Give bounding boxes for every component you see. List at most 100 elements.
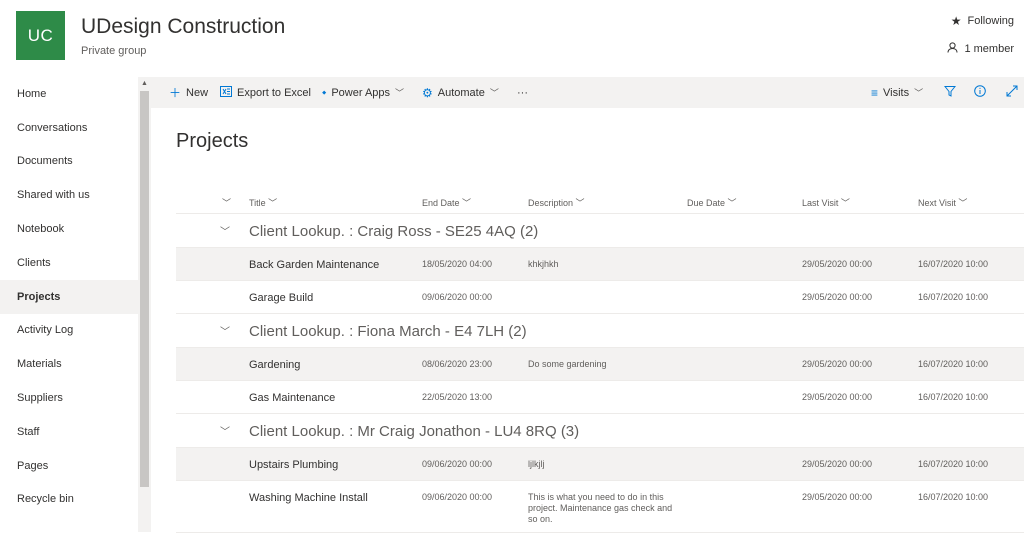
chevron-down-icon[interactable]: ﹀: [220, 423, 230, 438]
more-label: ···: [517, 86, 528, 99]
group-header[interactable]: ﹀ Client Lookup. : Mr Craig Jonathon - LU…: [176, 414, 1024, 448]
row-next-visit: 16/07/2020 10:00: [918, 359, 989, 369]
table-row[interactable]: Garage Build 09/06/2020 00:00 29/05/2020 0…: [176, 281, 1024, 314]
row-last-visit: 29/05/2020 00:00: [802, 459, 873, 469]
new-label: New: [186, 86, 209, 99]
power-apps-label: Power Apps: [331, 86, 391, 99]
page-title: Projects: [176, 130, 249, 152]
projects-table: ﹀ Title ﹀ End Date ﹀ Description ﹀ Due D…: [176, 189, 1024, 533]
info-button[interactable]: [974, 77, 986, 108]
column-header-end-date[interactable]: End Date ﹀: [422, 196, 471, 209]
nav-item-suppliers[interactable]: Suppliers: [0, 381, 138, 415]
nav-item-notebook[interactable]: Notebook: [0, 212, 138, 246]
column-header-next-visit[interactable]: Next Visit ﹀: [918, 196, 967, 209]
row-title[interactable]: Back Garden Maintenance: [249, 259, 379, 271]
select-all-chevron-icon[interactable]: ﹀: [222, 196, 231, 209]
column-headers: ﹀ Title ﹀ End Date ﹀ Description ﹀ Due D…: [176, 189, 1024, 214]
info-icon: [974, 85, 986, 100]
scrollbar-thumb[interactable]: [140, 91, 149, 487]
plus-icon: ＋: [169, 86, 182, 100]
nav-item-home[interactable]: Home: [0, 77, 138, 111]
left-navigation: Home Conversations Documents Shared with us…: [0, 77, 138, 532]
automate-label: Automate: [437, 86, 485, 99]
nav-scrollbar[interactable]: ▲: [138, 77, 151, 532]
following-button[interactable]: ★ Following: [951, 14, 1014, 28]
row-title[interactable]: Gas Maintenance: [249, 392, 335, 404]
row-title[interactable]: Washing Machine Install: [249, 492, 368, 504]
group-header[interactable]: ﹀ Client Lookup. : Fiona March - E4 7LH (…: [176, 314, 1024, 348]
nav-item-conversations[interactable]: Conversations: [0, 111, 138, 145]
nav-item-shared-with-us[interactable]: Shared with us: [0, 178, 138, 212]
row-next-visit: 16/07/2020 10:00: [918, 492, 989, 502]
row-end-date: 18/05/2020 04:00: [422, 259, 493, 269]
nav-item-clients[interactable]: Clients: [0, 246, 138, 280]
chevron-down-icon: ﹀: [395, 88, 405, 98]
column-header-description[interactable]: Description ﹀: [528, 196, 585, 209]
row-title[interactable]: Gardening: [249, 359, 300, 371]
filter-icon: [943, 85, 957, 100]
following-label: Following: [967, 15, 1014, 27]
column-header-title[interactable]: Title ﹀: [249, 196, 277, 209]
row-last-visit: 29/05/2020 00:00: [802, 259, 873, 269]
nav-item-recycle-bin[interactable]: Recycle bin: [0, 483, 138, 517]
star-icon: ★: [950, 14, 962, 28]
table-row[interactable]: Gas Maintenance 22/05/2020 13:00 29/05/202…: [176, 381, 1024, 414]
row-title[interactable]: Upstairs Plumbing: [249, 459, 338, 471]
automate-button[interactable]: ⚙ Automate ﹀: [422, 77, 499, 108]
excel-icon: [220, 85, 232, 100]
group-title: Client Lookup. : Fiona March - E4 7LH (2…: [249, 323, 527, 340]
column-header-due-date[interactable]: Due Date ﹀: [687, 196, 737, 209]
export-excel-button[interactable]: Export to Excel: [220, 77, 311, 108]
power-apps-icon: ⬩: [322, 85, 327, 99]
row-end-date: 09/06/2020 00:00: [422, 492, 493, 502]
export-label: Export to Excel: [237, 86, 311, 99]
scroll-up-icon[interactable]: ▲: [141, 80, 148, 87]
members-button[interactable]: 1 member: [947, 42, 1014, 56]
row-end-date: 09/06/2020 00:00: [422, 292, 493, 302]
row-description: ljlkjlj: [528, 459, 545, 469]
nav-item-materials[interactable]: Materials: [0, 347, 138, 381]
table-row[interactable]: Upstairs Plumbing 09/06/2020 00:00 ljlkjlj…: [176, 448, 1024, 481]
row-last-visit: 29/05/2020 00:00: [802, 392, 873, 402]
row-description: Do some gardening: [528, 359, 607, 369]
row-end-date: 22/05/2020 13:00: [422, 392, 493, 402]
table-row[interactable]: Gardening 08/06/2020 23:00 Do some gardeni…: [176, 348, 1024, 381]
site-title[interactable]: UDesign Construction: [81, 15, 285, 39]
group-title: Client Lookup. : Mr Craig Jonathon - LU4…: [249, 423, 580, 440]
row-last-visit: 29/05/2020 00:00: [802, 492, 873, 502]
nav-item-staff[interactable]: Staff: [0, 415, 138, 449]
new-button[interactable]: ＋ New: [169, 77, 208, 108]
nav-item-pages[interactable]: Pages: [0, 449, 138, 483]
more-button[interactable]: ···: [517, 77, 528, 108]
command-bar: ＋ New Export to Excel ⬩ Power Apps ﹀ ⚙ A…: [151, 77, 1024, 108]
row-next-visit: 16/07/2020 10:00: [918, 392, 989, 402]
nav-item-projects[interactable]: Projects: [0, 279, 138, 314]
row-next-visit: 16/07/2020 10:00: [918, 292, 989, 302]
site-logo[interactable]: UC: [16, 11, 65, 60]
table-row[interactable]: Washing Machine Install 09/06/2020 00:00 T…: [176, 481, 1024, 533]
members-label: 1 member: [964, 43, 1014, 55]
view-lines-icon: ≡: [871, 85, 879, 100]
chevron-down-icon[interactable]: ﹀: [220, 323, 230, 338]
main-content: ＋ New Export to Excel ⬩ Power Apps ﹀ ⚙ A…: [151, 77, 1024, 533]
row-next-visit: 16/07/2020 10:00: [918, 459, 989, 469]
column-header-last-visit[interactable]: Last Visit ﹀: [802, 196, 850, 209]
chevron-down-icon: ﹀: [914, 88, 924, 98]
nav-item-documents[interactable]: Documents: [0, 145, 138, 179]
row-end-date: 09/06/2020 00:00: [422, 459, 493, 469]
chevron-down-icon[interactable]: ﹀: [220, 223, 230, 238]
view-label: Visits: [883, 86, 910, 99]
group-title: Client Lookup. : Craig Ross - SE25 4AQ (…: [249, 223, 539, 240]
row-last-visit: 29/05/2020 00:00: [802, 292, 873, 302]
expand-button[interactable]: [1006, 77, 1018, 108]
expand-icon: [1006, 85, 1018, 100]
table-row[interactable]: Back Garden Maintenance 18/05/2020 04:00 k…: [176, 248, 1024, 281]
view-selector[interactable]: ≡ Visits ﹀: [871, 77, 923, 108]
power-apps-button[interactable]: ⬩ Power Apps ﹀: [322, 77, 404, 108]
row-description: This is what you need to do in this proj…: [528, 492, 673, 524]
filter-button[interactable]: [943, 77, 957, 108]
nav-item-activity-log[interactable]: Activity Log: [0, 314, 138, 348]
row-title[interactable]: Garage Build: [249, 292, 313, 304]
site-header: UC UDesign Construction Private group ★ …: [0, 0, 1024, 77]
group-header[interactable]: ﹀ Client Lookup. : Craig Ross - SE25 4AQ …: [176, 214, 1024, 248]
